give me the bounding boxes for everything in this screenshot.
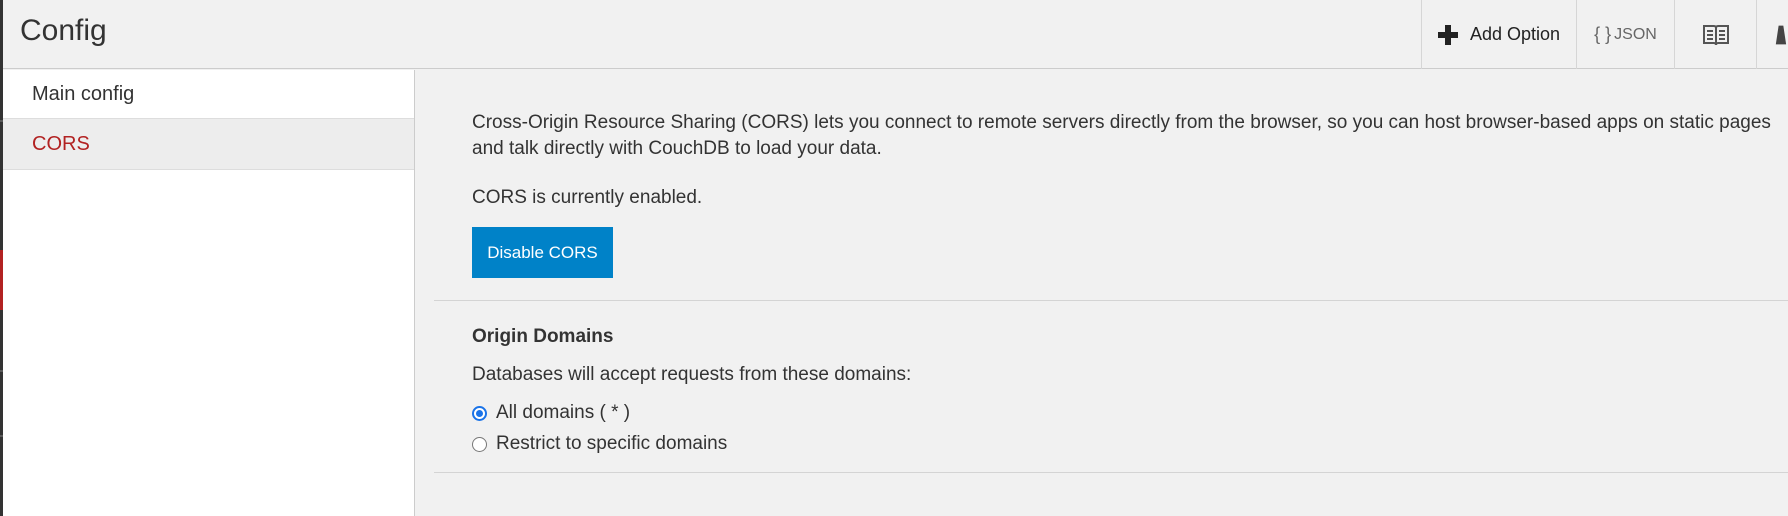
radio-label: All domains ( * ): [496, 402, 631, 423]
docs-button[interactable]: [1674, 0, 1756, 69]
origin-domains-description: Databases will accept requests from thes…: [472, 364, 912, 385]
disable-cors-button[interactable]: Disable CORS: [472, 227, 613, 278]
section-divider: [434, 300, 1788, 301]
radio-unchecked-icon[interactable]: [472, 436, 487, 452]
origin-domains-title: Origin Domains: [472, 326, 614, 347]
sidebar-item-label: CORS: [32, 132, 90, 155]
sidebar-item-main-config[interactable]: Main config: [3, 70, 414, 119]
radio-label: Restrict to specific domains: [496, 433, 728, 454]
page-title: Config: [20, 14, 107, 47]
add-option-label: Add Option: [1469, 24, 1561, 44]
book-icon: [1702, 24, 1729, 45]
radio-restrict-domains[interactable]: Restrict to specific domains: [472, 433, 727, 455]
json-label: JSON: [1614, 25, 1657, 43]
sidebar: Main config CORS: [3, 70, 415, 516]
notification-icon: [1775, 25, 1787, 44]
add-option-button[interactable]: Add Option: [1421, 0, 1576, 69]
toolbar: Add Option { } JSON: [1421, 0, 1788, 69]
cors-status: CORS is currently enabled.: [472, 187, 703, 208]
cors-description: Cross-Origin Resource Sharing (CORS) let…: [472, 112, 1771, 159]
sidebar-item-label: Main config: [32, 82, 135, 105]
app-window: Config Add Option { } JSON Main config C…: [0, 0, 1788, 516]
plus-icon: [1437, 24, 1458, 45]
braces-icon: { }: [1594, 24, 1612, 44]
main-content: Cross-Origin Resource Sharing (CORS) let…: [415, 70, 1788, 516]
sidebar-item-cors[interactable]: CORS: [3, 119, 414, 170]
header: Config Add Option { } JSON: [3, 0, 1788, 69]
section-divider: [434, 472, 1788, 473]
notification-button[interactable]: [1756, 0, 1788, 69]
radio-all-domains[interactable]: All domains ( * ): [472, 402, 630, 424]
json-button[interactable]: { } JSON: [1576, 0, 1674, 69]
radio-checked-icon[interactable]: [472, 405, 487, 421]
